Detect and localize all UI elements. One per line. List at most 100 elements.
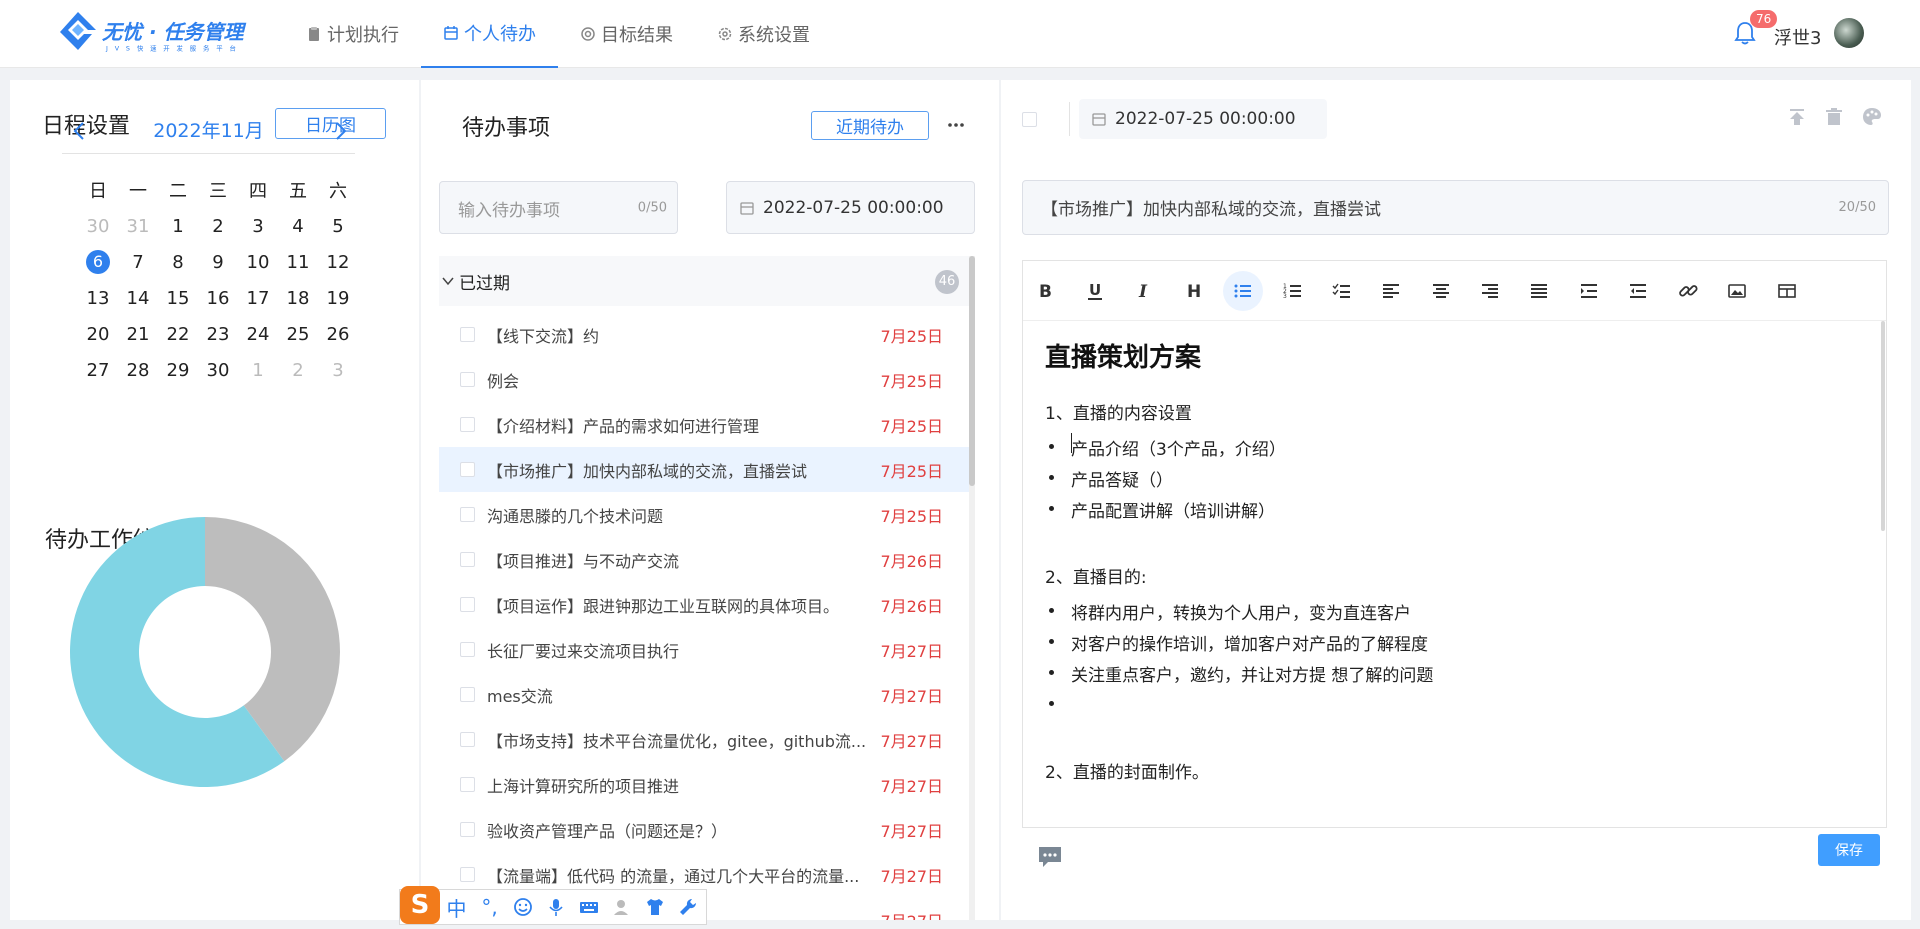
calendar-day[interactable]: 4 — [278, 208, 318, 244]
calendar-day[interactable]: 10 — [238, 244, 278, 280]
trash-icon[interactable] — [1823, 106, 1845, 128]
avatar[interactable] — [1834, 18, 1864, 48]
nav-personal-todo[interactable]: 个人待办 — [421, 0, 558, 68]
calendar-day[interactable]: 26 — [318, 316, 358, 352]
justify-button[interactable] — [1519, 271, 1559, 311]
calendar-day[interactable]: 14 — [118, 280, 158, 316]
calendar-day[interactable]: 7 — [118, 244, 158, 280]
ime-keyboard-button[interactable] — [572, 892, 605, 922]
app-logo[interactable]: 无忧 · 任务管理 J V S 快 速 开 发 服 务 平 台 — [58, 10, 268, 58]
scrollbar-thumb[interactable] — [969, 256, 975, 486]
calendar-day[interactable]: 20 — [78, 316, 118, 352]
align-center-button[interactable] — [1421, 271, 1461, 311]
ime-language-toggle[interactable]: 中 — [440, 892, 473, 922]
calendar-day[interactable]: 9 — [198, 244, 238, 280]
todo-checkbox[interactable] — [460, 642, 475, 657]
detail-date-picker[interactable]: 2022-07-25 00:00:00 — [1079, 99, 1327, 139]
calendar-day[interactable]: 3 — [238, 208, 278, 244]
calendar-day[interactable]: 5 — [318, 208, 358, 244]
ime-tools-button[interactable] — [671, 892, 704, 922]
calendar-day[interactable]: 23 — [198, 316, 238, 352]
ime-punctuation-toggle[interactable]: °, — [473, 892, 506, 922]
todo-input[interactable]: 输入待办事项 0/50 — [439, 181, 678, 234]
calendar-day[interactable]: 3 — [318, 352, 358, 388]
save-button[interactable]: 保存 — [1818, 834, 1880, 866]
todo-item[interactable]: 长征厂要过来交流项目执行 7月27日 — [439, 627, 969, 672]
ime-emoji-button[interactable] — [506, 892, 539, 922]
calendar-day[interactable]: 1 — [158, 208, 198, 244]
palette-icon[interactable] — [1861, 106, 1883, 128]
todo-date-picker[interactable]: 2022-07-25 00:00:00 — [726, 181, 975, 234]
calendar-day[interactable]: 17 — [238, 280, 278, 316]
comment-icon[interactable] — [1036, 843, 1064, 871]
overdue-group-header[interactable]: 已过期 46 — [439, 256, 969, 306]
todo-item[interactable]: 上海计算研究所的项目推进 7月27日 — [439, 762, 969, 807]
todo-item[interactable]: 【市场推广】加快内部私域的交流，直播尝试 7月25日 — [439, 447, 969, 492]
todo-item[interactable]: 【市场支持】技术平台流量优化，gitee，github流... 7月27日 — [439, 717, 969, 762]
todo-checkbox[interactable] — [460, 327, 475, 342]
editor-content[interactable]: 直播策划方案 1、直播的内容设置 产品介绍（3个产品，介绍） 产品答疑（） 产品… — [1045, 337, 1865, 817]
todo-checkbox[interactable] — [460, 822, 475, 837]
calendar-day[interactable]: 12 — [318, 244, 358, 280]
bullet-list-button[interactable] — [1223, 271, 1263, 311]
calendar-day[interactable]: 22 — [158, 316, 198, 352]
todo-item[interactable]: 【项目推进】与不动产交流 7月26日 — [439, 537, 969, 582]
ime-voice-button[interactable] — [539, 892, 572, 922]
calendar-day[interactable]: 13 — [78, 280, 118, 316]
user-name[interactable]: 浮世3 — [1774, 24, 1821, 50]
todo-checkbox[interactable] — [460, 732, 475, 747]
calendar-day[interactable]: 8 — [158, 244, 198, 280]
todo-scrollbar[interactable] — [969, 256, 975, 920]
todo-item[interactable]: 【项目运作】跟进钟那边工业互联网的具体项目。 7月26日 — [439, 582, 969, 627]
todo-title-input[interactable]: 【市场推广】加快内部私域的交流，直播尝试 20/50 — [1022, 180, 1889, 235]
pin-top-icon[interactable] — [1786, 106, 1808, 128]
todo-checkbox[interactable] — [460, 507, 475, 522]
todo-checkbox[interactable] — [460, 597, 475, 612]
ime-logo[interactable]: S — [400, 886, 440, 924]
calendar-day[interactable]: 29 — [158, 352, 198, 388]
rich-text-editor[interactable]: B U I H 123 直播策划方案 1、直播的内容设置 产品介绍（3个产品，介… — [1022, 260, 1887, 828]
ime-user-button[interactable] — [605, 892, 638, 922]
more-icon[interactable] — [945, 117, 967, 133]
todo-checkbox[interactable] — [460, 867, 475, 882]
calendar-day[interactable]: 16 — [198, 280, 238, 316]
chevron-right-icon[interactable] — [330, 120, 350, 142]
calendar-day[interactable]: 15 — [158, 280, 198, 316]
calendar-day-today[interactable]: 6 — [78, 244, 118, 280]
calendar-day[interactable]: 19 — [318, 280, 358, 316]
heading-button[interactable]: H — [1174, 271, 1214, 311]
todo-item[interactable]: 沟通思滕的几个技术问题 7月25日 — [439, 492, 969, 537]
detail-complete-checkbox[interactable] — [1022, 112, 1037, 127]
outdent-button[interactable] — [1618, 271, 1658, 311]
calendar-day[interactable]: 24 — [238, 316, 278, 352]
calendar-day[interactable]: 30 — [78, 208, 118, 244]
calendar-day[interactable]: 21 — [118, 316, 158, 352]
todo-checkbox[interactable] — [460, 687, 475, 702]
task-list-button[interactable] — [1322, 271, 1362, 311]
underline-button[interactable]: U — [1075, 271, 1115, 311]
align-right-button[interactable] — [1470, 271, 1510, 311]
link-button[interactable] — [1668, 271, 1708, 311]
recent-todo-button[interactable]: 近期待办 — [811, 111, 929, 140]
todo-item[interactable]: mes交流 7月27日 — [439, 672, 969, 717]
ordered-list-button[interactable]: 123 — [1273, 271, 1313, 311]
bold-button[interactable]: B — [1025, 271, 1065, 311]
nav-plan-execution[interactable]: 计划执行 — [284, 0, 421, 68]
todo-checkbox[interactable] — [460, 417, 475, 432]
italic-button[interactable]: I — [1124, 271, 1164, 311]
calendar-day[interactable]: 30 — [198, 352, 238, 388]
table-button[interactable] — [1767, 271, 1807, 311]
image-button[interactable] — [1717, 271, 1757, 311]
todo-item[interactable]: 【线下交流】约 7月25日 — [439, 312, 969, 357]
todo-checkbox[interactable] — [460, 777, 475, 792]
todo-item[interactable]: 【介绍材料】产品的需求如何进行管理 7月25日 — [439, 402, 969, 447]
editor-scrollbar[interactable] — [1881, 321, 1885, 531]
calendar-day[interactable]: 31 — [118, 208, 158, 244]
align-left-button[interactable] — [1371, 271, 1411, 311]
todo-checkbox[interactable] — [460, 462, 475, 477]
calendar-day[interactable]: 2 — [198, 208, 238, 244]
ime-skin-button[interactable] — [638, 892, 671, 922]
calendar-day[interactable]: 25 — [278, 316, 318, 352]
todo-item[interactable]: 例会 7月25日 — [439, 357, 969, 402]
calendar-day[interactable]: 28 — [118, 352, 158, 388]
